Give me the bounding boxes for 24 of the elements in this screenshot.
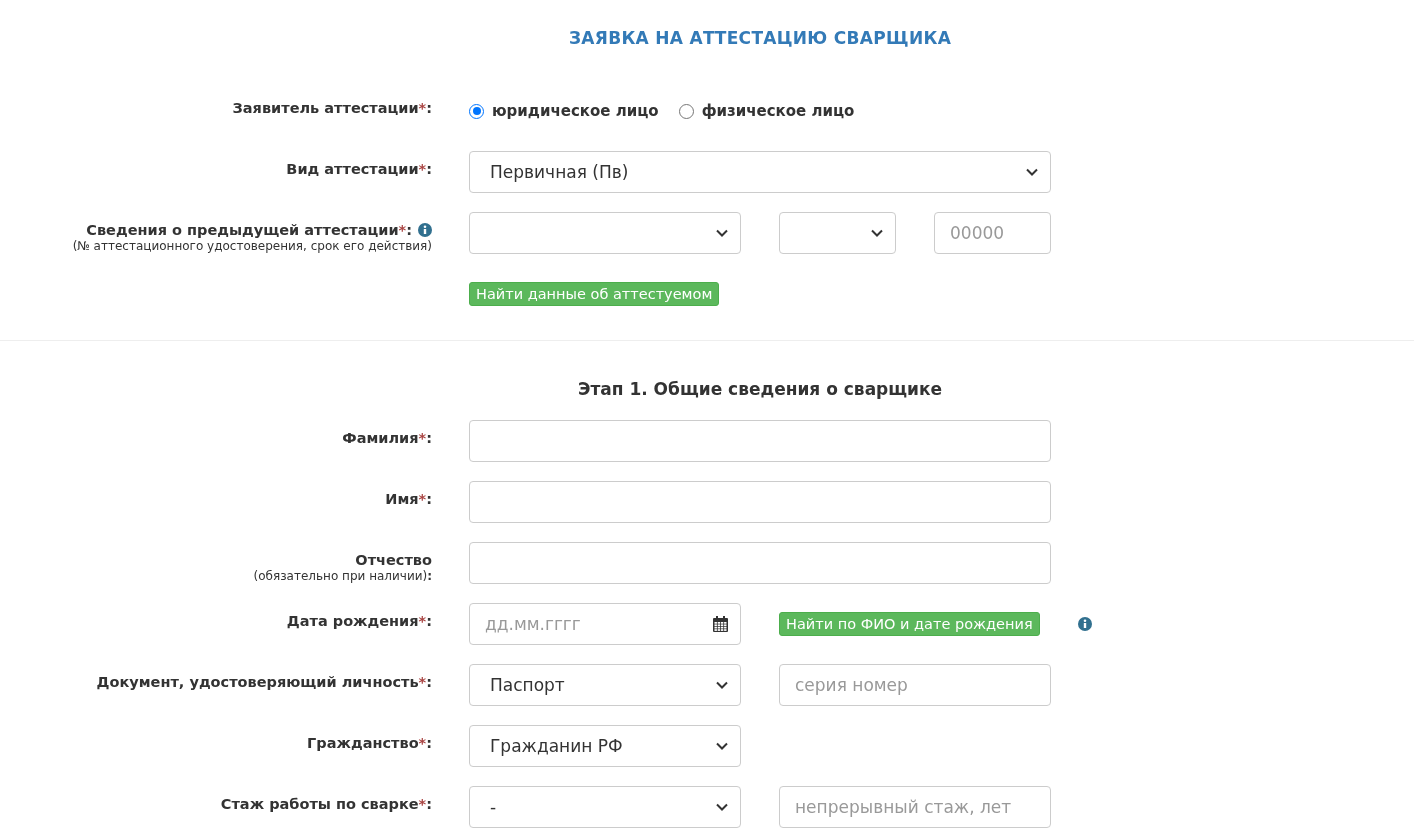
select-field[interactable]: Гражданин РФ xyxy=(469,725,741,767)
field-label: Фамилия*: xyxy=(342,430,432,446)
field-label: Дата рождения*: xyxy=(286,613,432,629)
field-label: Стаж работы по сварке*: xyxy=(220,796,432,812)
date-input[interactable]: дд.мм.гггг xyxy=(469,603,741,645)
select-field[interactable]: Паспорт xyxy=(469,664,741,706)
select-field[interactable]: Первичная (Пв) xyxy=(469,151,1051,193)
form-title: ЗАЯВКА НА АТТЕСТАЦИЮ СВАРЩИКА xyxy=(567,28,953,48)
field-label: Гражданство*: xyxy=(307,735,432,751)
field-label: Имя*: xyxy=(385,491,432,507)
text-input[interactable]: 00000 xyxy=(934,212,1051,254)
field-label: Документ, удостоверяющий личность*: xyxy=(96,674,432,690)
section-heading: Этап 1. Общие сведения о сварщике xyxy=(576,379,944,399)
field-label: Сведения о предыдущей аттестации*: xyxy=(86,222,412,238)
field-hint: (№ аттестационного удостоверения, срок его действия) xyxy=(72,239,432,253)
radio-option[interactable]: юридическое лицо xyxy=(469,102,659,120)
field-label: Вид аттестации*: xyxy=(286,161,432,177)
field-label: Заявитель аттестации*: xyxy=(232,100,432,116)
field-label: Отчество xyxy=(355,552,432,568)
text-input[interactable]: непрерывный стаж, лет xyxy=(779,786,1051,828)
select-field[interactable]: - xyxy=(469,786,741,828)
text-input[interactable]: серия номер xyxy=(779,664,1051,706)
field-hint: (обязательно при наличии): xyxy=(253,569,432,583)
radio-option[interactable]: физическое лицо xyxy=(678,102,855,120)
